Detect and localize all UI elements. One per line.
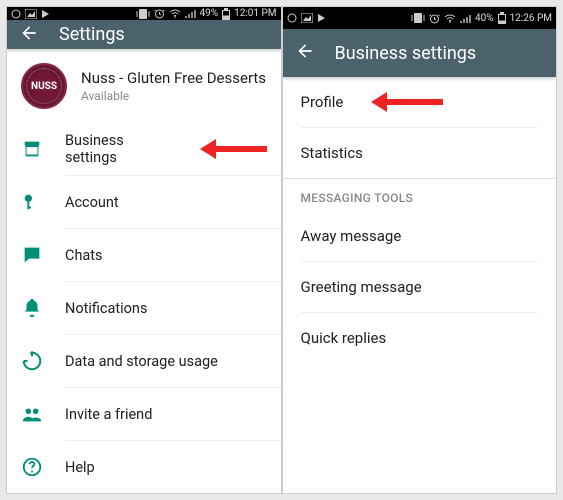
item-label: Quick replies: [301, 329, 387, 347]
item-account[interactable]: Account: [7, 176, 281, 228]
item-label: Business settings: [65, 132, 170, 166]
item-data-storage[interactable]: Data and storage usage: [7, 335, 281, 387]
page-title: Business settings: [335, 43, 477, 64]
settings-list: Business settings Account Chats: [7, 123, 281, 493]
app-icon: [11, 9, 21, 19]
signal-icon: [460, 14, 471, 23]
help-icon: [21, 456, 43, 478]
business-settings-list: Profile Statistics MESSAGING TOOLS Away …: [283, 77, 557, 363]
appbar: Business settings: [283, 29, 557, 77]
key-icon: [21, 191, 43, 213]
item-chats[interactable]: Chats: [7, 229, 281, 281]
clock-text: 12:26 PM: [510, 13, 552, 24]
item-label: Statistics: [301, 144, 363, 162]
item-business-settings[interactable]: Business settings: [7, 123, 281, 175]
red-arrow: [200, 142, 266, 156]
avatar: NUSS: [21, 63, 67, 109]
play-icon: [41, 9, 50, 19]
arrow-left-icon: [295, 41, 315, 61]
wifi-icon: [169, 9, 181, 18]
item-label: Invite a friend: [65, 406, 152, 423]
battery-text: 40%: [475, 13, 494, 24]
item-label: Profile: [301, 93, 344, 111]
alarm-icon: [154, 8, 165, 19]
statusbar: 40% 12:26 PM: [283, 7, 557, 29]
landscape-icon: [301, 13, 313, 23]
back-button[interactable]: [19, 23, 39, 47]
signal-icon: [185, 9, 196, 18]
bell-icon: [21, 297, 43, 319]
business-settings-screen: 40% 12:26 PM Business settings Profile S…: [283, 7, 557, 493]
app-icon: [287, 13, 297, 23]
store-icon: [21, 138, 43, 160]
wifi-icon: [444, 14, 456, 23]
item-label: Data and storage usage: [65, 353, 218, 370]
item-label: Help: [65, 459, 95, 476]
profile-row[interactable]: NUSS Nuss - Gluten Free Desserts Availab…: [7, 49, 281, 123]
item-notifications[interactable]: Notifications: [7, 282, 281, 334]
item-label: Chats: [65, 247, 103, 264]
play-icon: [317, 13, 326, 23]
appbar: Settings: [7, 20, 281, 49]
section-header: MESSAGING TOOLS: [283, 178, 557, 211]
alarm-icon: [429, 13, 440, 24]
item-label: Notifications: [65, 300, 147, 317]
battery-icon: [498, 12, 506, 24]
item-invite[interactable]: Invite a friend: [7, 388, 281, 440]
statusbar: 49% 12:01 PM: [7, 7, 281, 20]
chat-icon: [21, 244, 43, 266]
settings-screen: 49% 12:01 PM Settings NUSS Nuss - Gluten…: [7, 7, 281, 493]
item-help[interactable]: Help: [7, 441, 281, 493]
item-label: Greeting message: [301, 278, 422, 296]
vibrate-icon: [411, 13, 425, 23]
item-away-message[interactable]: Away message: [283, 211, 557, 261]
item-label: Account: [65, 194, 119, 211]
item-quick-replies[interactable]: Quick replies: [283, 313, 557, 363]
clock-text: 12:01 PM: [234, 8, 276, 19]
item-greeting-message[interactable]: Greeting message: [283, 262, 557, 312]
arrow-left-icon: [19, 23, 39, 43]
business-name: Nuss - Gluten Free Desserts: [81, 69, 266, 87]
item-label: Away message: [301, 227, 402, 245]
back-button[interactable]: [295, 41, 315, 65]
red-arrow: [371, 95, 443, 109]
battery-icon: [222, 8, 230, 20]
people-icon: [21, 403, 43, 425]
item-statistics[interactable]: Statistics: [283, 128, 557, 178]
item-profile[interactable]: Profile: [283, 77, 557, 127]
vibrate-icon: [136, 9, 150, 19]
page-title: Settings: [59, 24, 125, 45]
status-text: Available: [81, 89, 266, 103]
landscape-icon: [25, 9, 37, 19]
data-icon: [21, 350, 43, 372]
battery-text: 49%: [200, 8, 219, 19]
